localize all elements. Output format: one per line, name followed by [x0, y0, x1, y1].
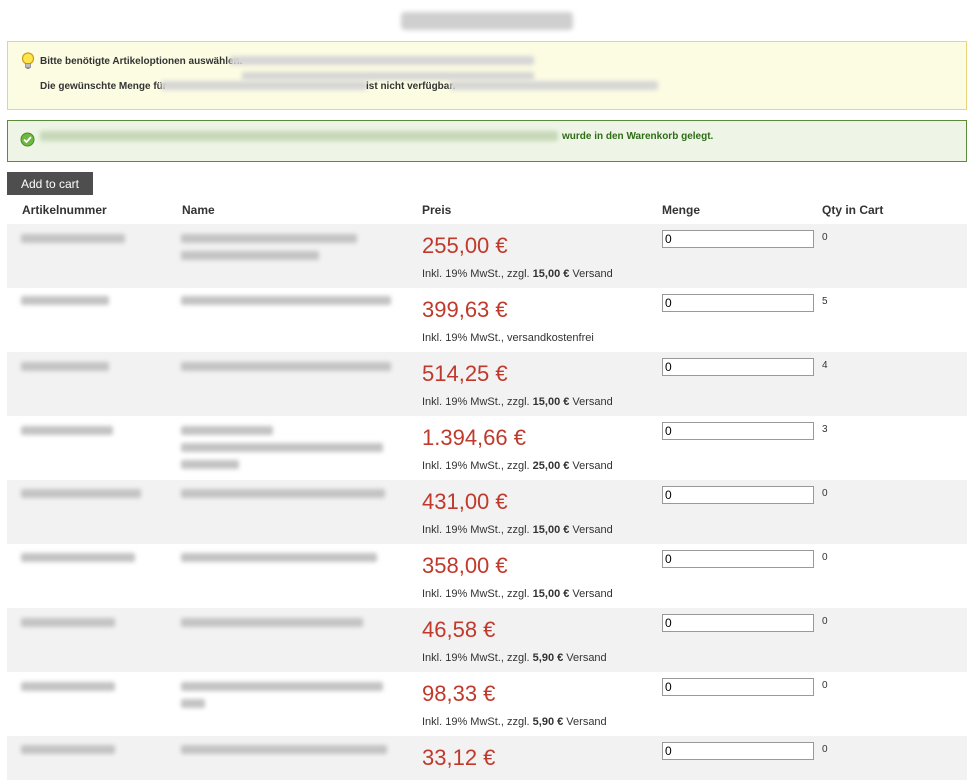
column-header-price: Preis: [422, 203, 452, 217]
column-header-qty: Menge: [662, 203, 701, 217]
product-name-redacted-line2[interactable]: [181, 699, 205, 708]
product-name-redacted[interactable]: [181, 296, 391, 305]
shipping-info: Inkl. 19% MwSt., zzgl. 5,90 € Versand: [422, 652, 607, 664]
sku-redacted: [21, 745, 115, 754]
success-message: wurde in den Warenkorb gelegt.: [562, 131, 714, 142]
warning-line-2-prefix: Die gewünschte Menge für: [40, 81, 167, 92]
shipping-info: Inkl. 19% MwSt., zzgl. 15,00 € Versand: [422, 588, 613, 600]
price: 1.394,66 €: [422, 425, 526, 450]
redacted-product-detail: [450, 81, 658, 90]
product-name-redacted-line2[interactable]: [181, 251, 319, 260]
table-row: 431,00 € Inkl. 19% MwSt., zzgl. 15,00 € …: [7, 480, 967, 544]
quantity-input[interactable]: [662, 230, 814, 248]
qty-in-cart: 0: [822, 488, 828, 499]
product-name-redacted-line2[interactable]: [181, 443, 383, 452]
price: 255,00 €: [422, 233, 508, 258]
quantity-input[interactable]: [662, 678, 814, 696]
quantity-input[interactable]: [662, 742, 814, 760]
table-row: 98,33 € Inkl. 19% MwSt., zzgl. 5,90 € Ve…: [7, 672, 967, 736]
shipping-info: Inkl. 19% MwSt., zzgl. 15,00 € Versand: [422, 396, 613, 408]
redacted-product-name: [161, 81, 367, 90]
quantity-input[interactable]: [662, 614, 814, 632]
column-header-sku: Artikelnummer: [22, 203, 107, 217]
redacted-options-line2: [242, 72, 534, 80]
sku-redacted: [21, 234, 125, 243]
table-row: 514,25 € Inkl. 19% MwSt., zzgl. 15,00 € …: [7, 352, 967, 416]
sku-redacted: [21, 553, 135, 562]
quantity-input[interactable]: [662, 486, 814, 504]
product-name-redacted[interactable]: [181, 426, 273, 435]
qty-in-cart: 0: [822, 680, 828, 691]
quantity-input[interactable]: [662, 550, 814, 568]
qty-in-cart: 0: [822, 232, 828, 243]
table-row: 255,00 € Inkl. 19% MwSt., zzgl. 15,00 € …: [7, 224, 967, 288]
table-row: 46,58 € Inkl. 19% MwSt., zzgl. 5,90 € Ve…: [7, 608, 967, 672]
shipping-info: Inkl. 19% MwSt., zzgl. 25,00 € Versand: [422, 460, 613, 472]
quantity-input[interactable]: [662, 294, 814, 312]
qty-in-cart: 0: [822, 552, 828, 563]
shipping-info: Inkl. 19% MwSt., zzgl. 5,90 € Versand: [422, 716, 607, 728]
product-name-redacted[interactable]: [181, 618, 363, 627]
qty-in-cart: 0: [822, 616, 828, 627]
qty-in-cart: 5: [822, 296, 828, 307]
price: 46,58 €: [422, 617, 496, 642]
check-circle-icon: [20, 132, 35, 147]
sku-redacted: [21, 296, 109, 305]
price: 358,00 €: [422, 553, 508, 578]
column-header-name: Name: [182, 203, 215, 217]
sku-redacted: [21, 489, 141, 498]
table-row: 358,00 € Inkl. 19% MwSt., zzgl. 15,00 € …: [7, 544, 967, 608]
qty-in-cart: 4: [822, 360, 828, 371]
price: 431,00 €: [422, 489, 508, 514]
success-notice: wurde in den Warenkorb gelegt.: [7, 120, 967, 162]
product-name-redacted[interactable]: [181, 745, 387, 754]
price: 33,12 €: [422, 745, 496, 770]
table-row: 33,12 € 0: [7, 736, 967, 780]
add-to-cart-button[interactable]: Add to cart: [7, 172, 93, 195]
product-name-redacted[interactable]: [181, 234, 357, 243]
table-row: 399,63 € Inkl. 19% MwSt., versandkostenf…: [7, 288, 967, 352]
sku-redacted: [21, 362, 109, 371]
product-name-redacted[interactable]: [181, 553, 377, 562]
warning-line-1: Bitte benötigte Artikeloptionen auswähle…: [40, 56, 243, 67]
product-name-redacted[interactable]: [181, 682, 383, 691]
product-name-redacted[interactable]: [181, 489, 385, 498]
warning-notice: Bitte benötigte Artikeloptionen auswähle…: [7, 41, 967, 110]
shipping-info: Inkl. 19% MwSt., zzgl. 15,00 € Versand: [422, 524, 613, 536]
sku-redacted: [21, 426, 113, 435]
shipping-info: Inkl. 19% MwSt., versandkostenfrei: [422, 332, 594, 344]
qty-in-cart: 3: [822, 424, 828, 435]
sku-redacted: [21, 618, 115, 627]
price: 399,63 €: [422, 297, 508, 322]
product-name-redacted-line3[interactable]: [181, 460, 239, 469]
warning-line-2-suffix: ist nicht verfügbar.: [366, 81, 456, 92]
quantity-input[interactable]: [662, 358, 814, 376]
page-title: [0, 0, 974, 42]
page-title-redacted: [401, 12, 573, 30]
price: 98,33 €: [422, 681, 496, 706]
shipping-info: Inkl. 19% MwSt., zzgl. 15,00 € Versand: [422, 268, 613, 280]
table-row: 1.394,66 € Inkl. 19% MwSt., zzgl. 25,00 …: [7, 416, 967, 480]
redacted-options: [230, 56, 534, 65]
lightbulb-icon: [21, 52, 35, 69]
product-name-redacted[interactable]: [181, 362, 391, 371]
price: 514,25 €: [422, 361, 508, 386]
redacted-added-product: [40, 131, 558, 141]
qty-in-cart: 0: [822, 744, 828, 755]
sku-redacted: [21, 682, 115, 691]
column-header-in-cart: Qty in Cart: [822, 203, 884, 217]
quantity-input[interactable]: [662, 422, 814, 440]
